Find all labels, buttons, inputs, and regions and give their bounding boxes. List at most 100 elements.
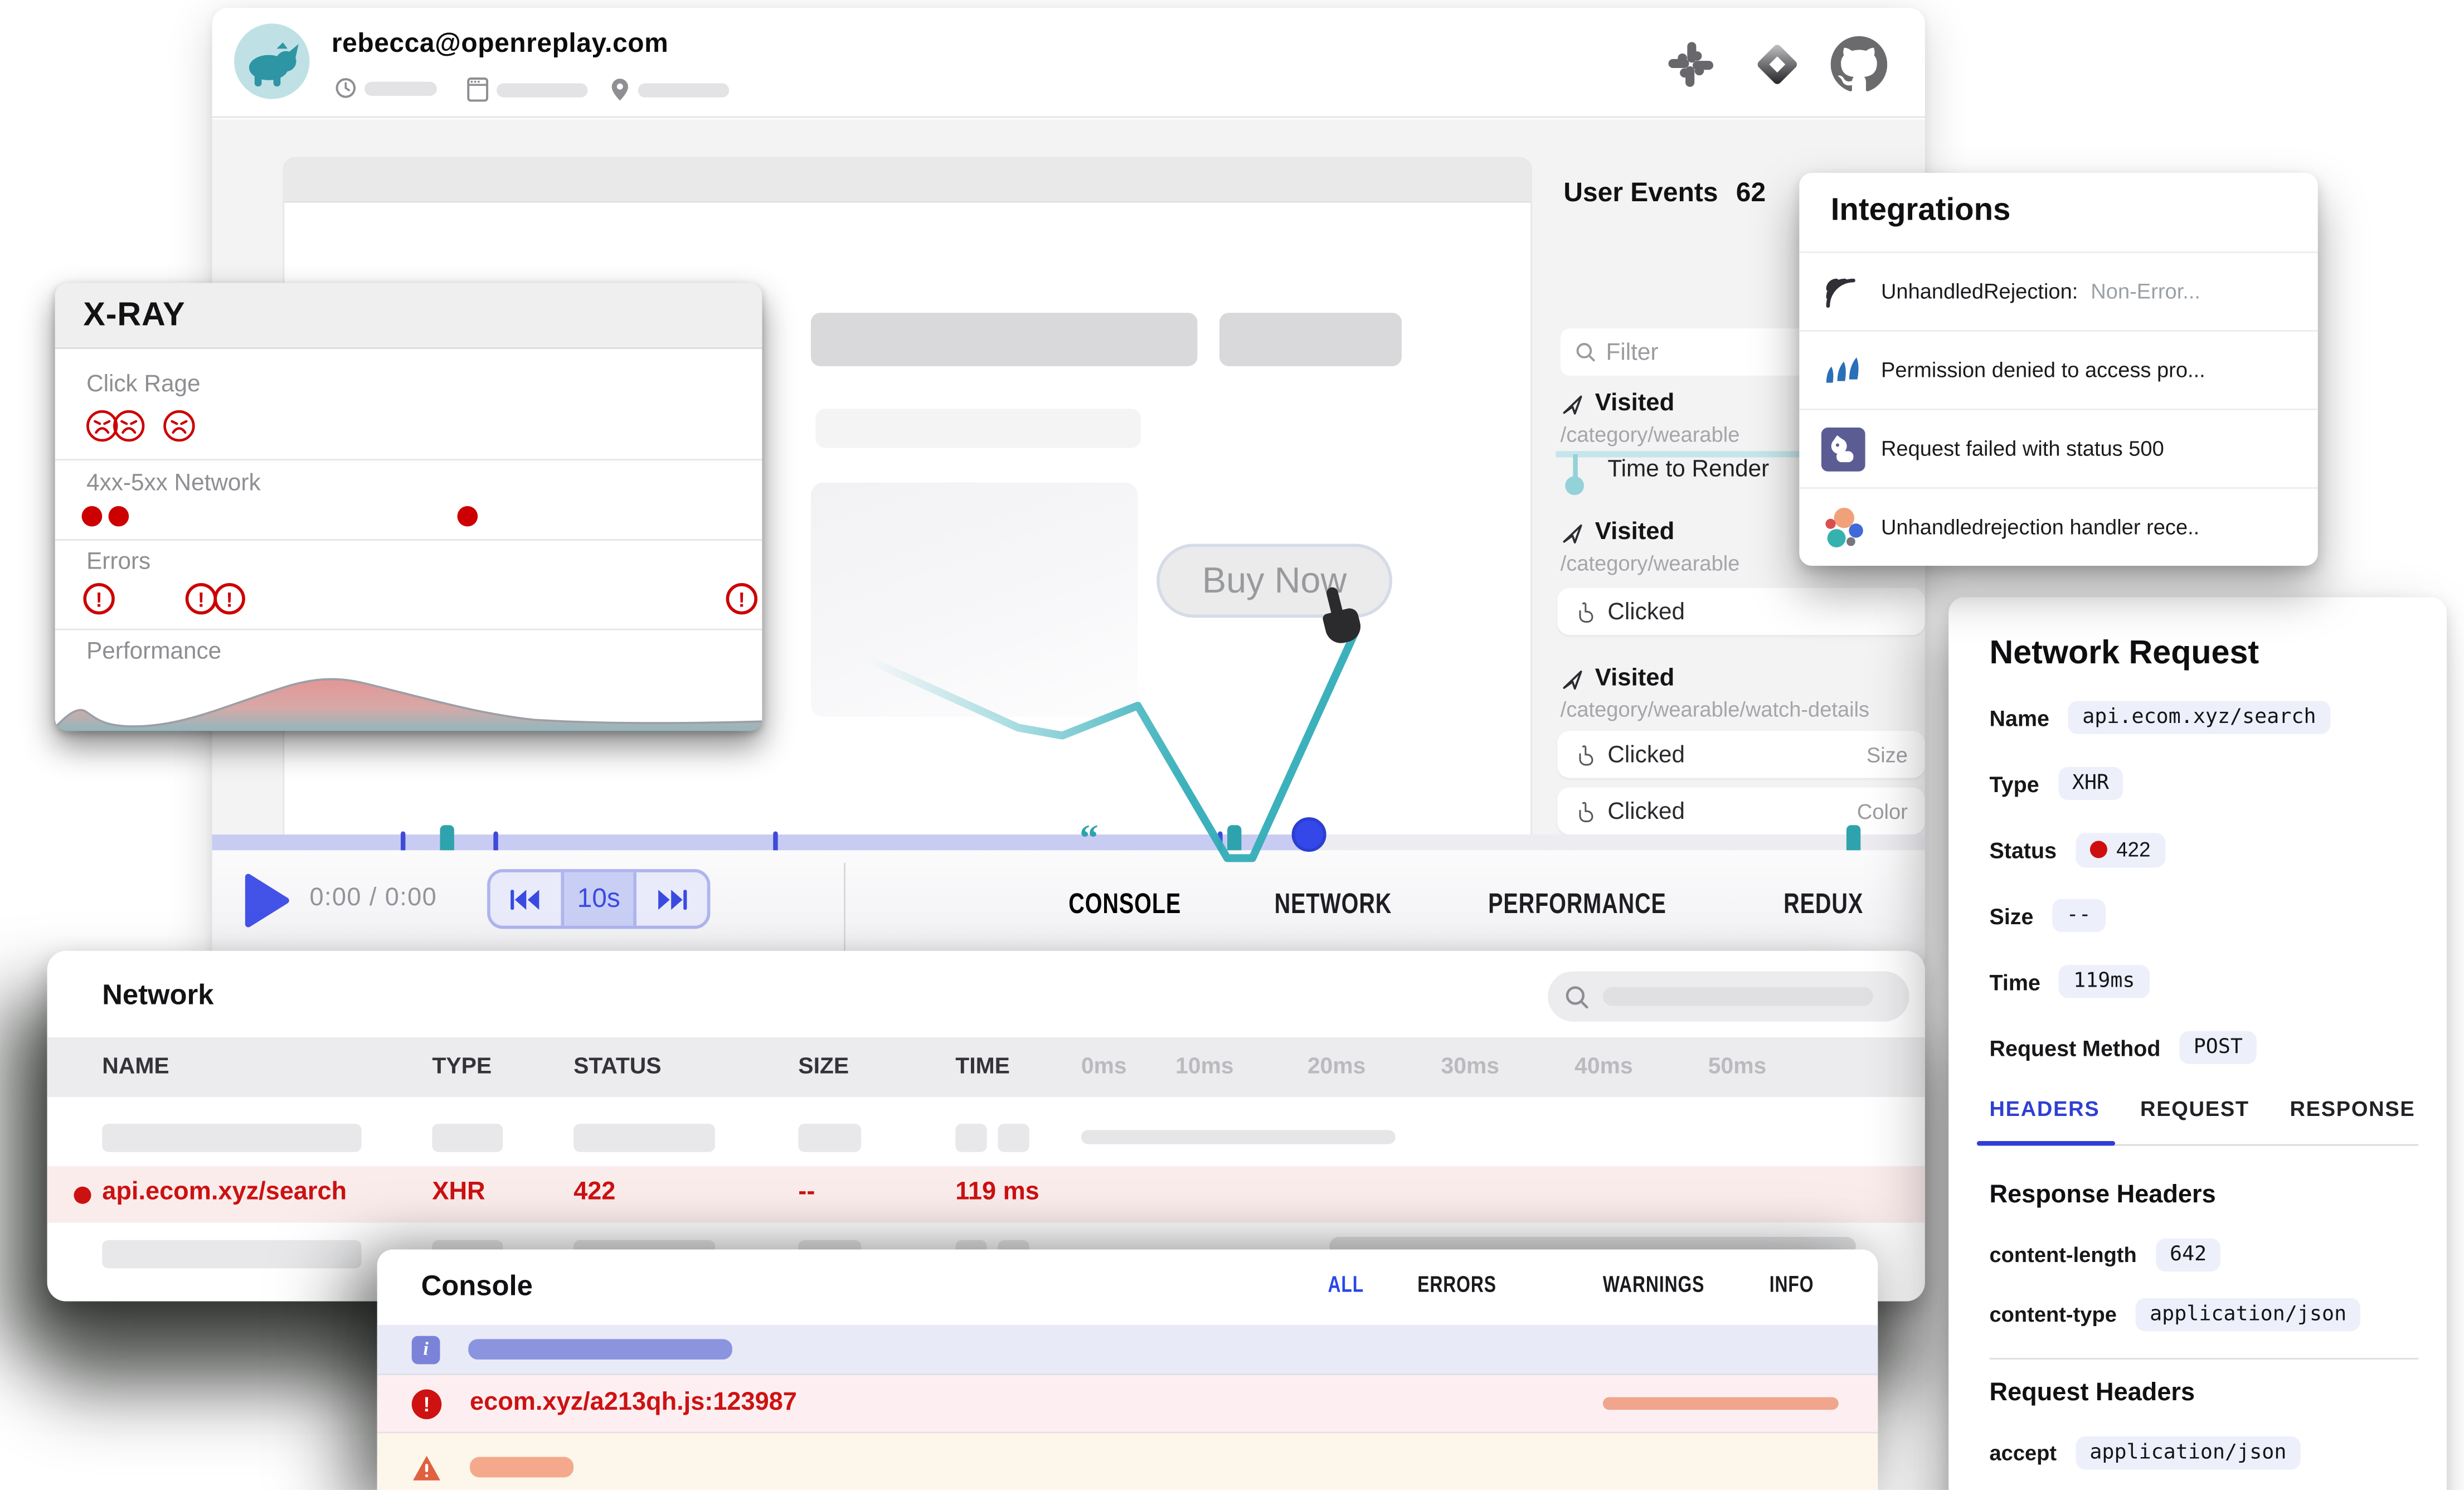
time-display: 0:00 / 0:00: [309, 885, 437, 913]
error-status-dot: [74, 1187, 91, 1204]
skeleton-title-bar: [811, 313, 1198, 366]
event-visited-2[interactable]: Visited /category/wearable: [1561, 518, 1740, 575]
openreplay-screenshot: rebecca@openreplay.com: [0, 0, 2464, 1490]
avatar: [234, 23, 309, 99]
console-tab-errors[interactable]: ERRORS: [1417, 1273, 1519, 1298]
event-clicked-color[interactable]: Clicked Color: [1557, 788, 1925, 835]
log-skeleton-bar: [468, 1339, 732, 1360]
waterfall-tick: 0ms: [1081, 1055, 1127, 1080]
clock-icon: [335, 77, 357, 99]
waterfall-tick: 10ms: [1175, 1055, 1234, 1080]
integration-waves-row[interactable]: Permission denied to access pro...: [1799, 330, 2317, 409]
event-clicked-size[interactable]: Clicked Size: [1557, 731, 1925, 778]
click-rage-icon: [111, 409, 146, 443]
error-icon: !: [726, 583, 757, 614]
tab-headers[interactable]: HEADERS: [1989, 1097, 2099, 1120]
click-rage-icon: [162, 409, 196, 443]
visited-icon: [1561, 392, 1584, 415]
network-request-title: Network Request: [1989, 635, 2259, 673]
col-status: STATUS: [574, 1055, 661, 1080]
network-row-skeleton[interactable]: [47, 1110, 1925, 1167]
console-tab-info[interactable]: INFO: [1770, 1273, 1826, 1298]
network-error-dot: [82, 506, 103, 527]
integrations-title: Integrations: [1831, 193, 2011, 230]
performance-label: Performance: [86, 638, 221, 665]
tab-network[interactable]: NETWORK: [1275, 888, 1425, 921]
integration-message: Unhandledrejection handler rece..: [1881, 515, 2199, 538]
event-visited-1[interactable]: Visited /category/wearable: [1561, 390, 1740, 446]
integration-message: Permission denied to access pro...: [1881, 357, 2205, 381]
request-size-value: --: [2052, 899, 2105, 932]
skip-back-button[interactable]: [490, 872, 561, 926]
error-icon: !: [83, 583, 114, 614]
event-clicked-1[interactable]: Clicked: [1557, 588, 1925, 635]
integration-elastic-row[interactable]: Unhandledrejection handler rece..: [1799, 487, 2317, 566]
network-row-error[interactable]: api.ecom.xyz/search XHR 422 -- 119 ms: [47, 1166, 1925, 1223]
skeleton-title-bar-2: [1219, 313, 1402, 366]
response-header-row: content-type application/json: [1989, 1298, 2415, 1331]
request-status-value: 422: [2076, 833, 2165, 867]
console-row-info[interactable]: i: [377, 1325, 1878, 1375]
section-divider: [1989, 1358, 2418, 1360]
col-size: SIZE: [798, 1055, 849, 1080]
console-tab-warnings[interactable]: WARNINGS: [1603, 1273, 1733, 1298]
request-header-row: accept application/json: [1989, 1436, 2415, 1469]
integration-message: UnhandledRejection:: [1881, 279, 2078, 302]
playback-timeline[interactable]: “: [212, 834, 1925, 850]
col-type: TYPE: [432, 1055, 492, 1080]
click-target: Color: [1857, 799, 1908, 823]
rhino-icon: [234, 23, 309, 99]
visited-url: /category/wearable: [1561, 552, 1740, 575]
request-time-row: Time 119ms: [1989, 965, 2415, 998]
clicked-hand-icon: [1574, 600, 1596, 623]
response-header-row: content-length 642: [1989, 1239, 2415, 1271]
time-to-render-dot: [1565, 476, 1584, 495]
jira-icon[interactable]: [1752, 39, 1802, 89]
integration-message: Request failed with status 500: [1881, 436, 2164, 459]
info-icon: i: [412, 1335, 440, 1363]
visited-icon: [1561, 521, 1584, 545]
elastic-icon: [1821, 505, 1865, 549]
header-value: 642: [2156, 1239, 2221, 1271]
errors-label: Errors: [86, 549, 150, 575]
waterfall-tick: 30ms: [1441, 1055, 1499, 1080]
integration-datadog-row[interactable]: Request failed with status 500: [1799, 409, 2317, 487]
tab-request[interactable]: REQUEST: [2140, 1097, 2249, 1120]
tab-performance[interactable]: PERFORMANCE: [1488, 888, 1717, 921]
skip-forward-button[interactable]: [637, 872, 707, 926]
clicked-hand-icon: [1574, 742, 1596, 766]
github-icon[interactable]: [1831, 36, 1888, 93]
request-headers-title: Request Headers: [1989, 1380, 2195, 1409]
search-placeholder-bar: [1603, 987, 1873, 1006]
integration-message-muted: Non-Error...: [2091, 279, 2200, 302]
timeline-progress: [212, 834, 1309, 850]
session-location-meta: [610, 77, 729, 102]
request-type-row: Type XHR: [1989, 767, 2415, 800]
tab-console[interactable]: CONSOLE: [1068, 888, 1213, 921]
search-icon: [1574, 341, 1596, 363]
log-skeleton-bar: [1603, 1397, 1839, 1410]
skip-interval[interactable]: 10s: [561, 872, 637, 926]
header-value: application/json: [2076, 1436, 2301, 1469]
tab-redux[interactable]: REDUX: [1783, 888, 1885, 921]
event-visited-3[interactable]: Visited /category/wearable/watch-details: [1561, 665, 1869, 722]
network-error-dot: [109, 506, 129, 527]
session-topbar: rebecca@openreplay.com: [212, 8, 1925, 118]
cell-type: XHR: [432, 1179, 485, 1207]
console-row-error[interactable]: ! ecom.xyz/a213qh.js:123987: [377, 1375, 1878, 1433]
cell-time: 119 ms: [955, 1179, 1039, 1207]
network-search-box[interactable]: [1548, 971, 1909, 1021]
slack-icon[interactable]: [1666, 39, 1716, 89]
network-errors-label: 4xx-5xx Network: [86, 470, 261, 497]
console-tab-all[interactable]: ALL: [1328, 1273, 1374, 1298]
playhead-knob[interactable]: [1292, 817, 1326, 852]
user-events-count: 62: [1736, 178, 1766, 208]
datadog-icon: [1821, 426, 1865, 470]
request-type-value: XHR: [2058, 767, 2123, 800]
play-button[interactable]: [244, 872, 291, 929]
console-row-warning[interactable]: [377, 1433, 1878, 1490]
time-to-render-label[interactable]: Time to Render: [1607, 456, 1769, 483]
request-size-row: Size --: [1989, 899, 2415, 932]
integration-sentry-row[interactable]: UnhandledRejection: Non-Error...: [1799, 251, 2317, 330]
tab-response[interactable]: RESPONSE: [2290, 1097, 2415, 1120]
